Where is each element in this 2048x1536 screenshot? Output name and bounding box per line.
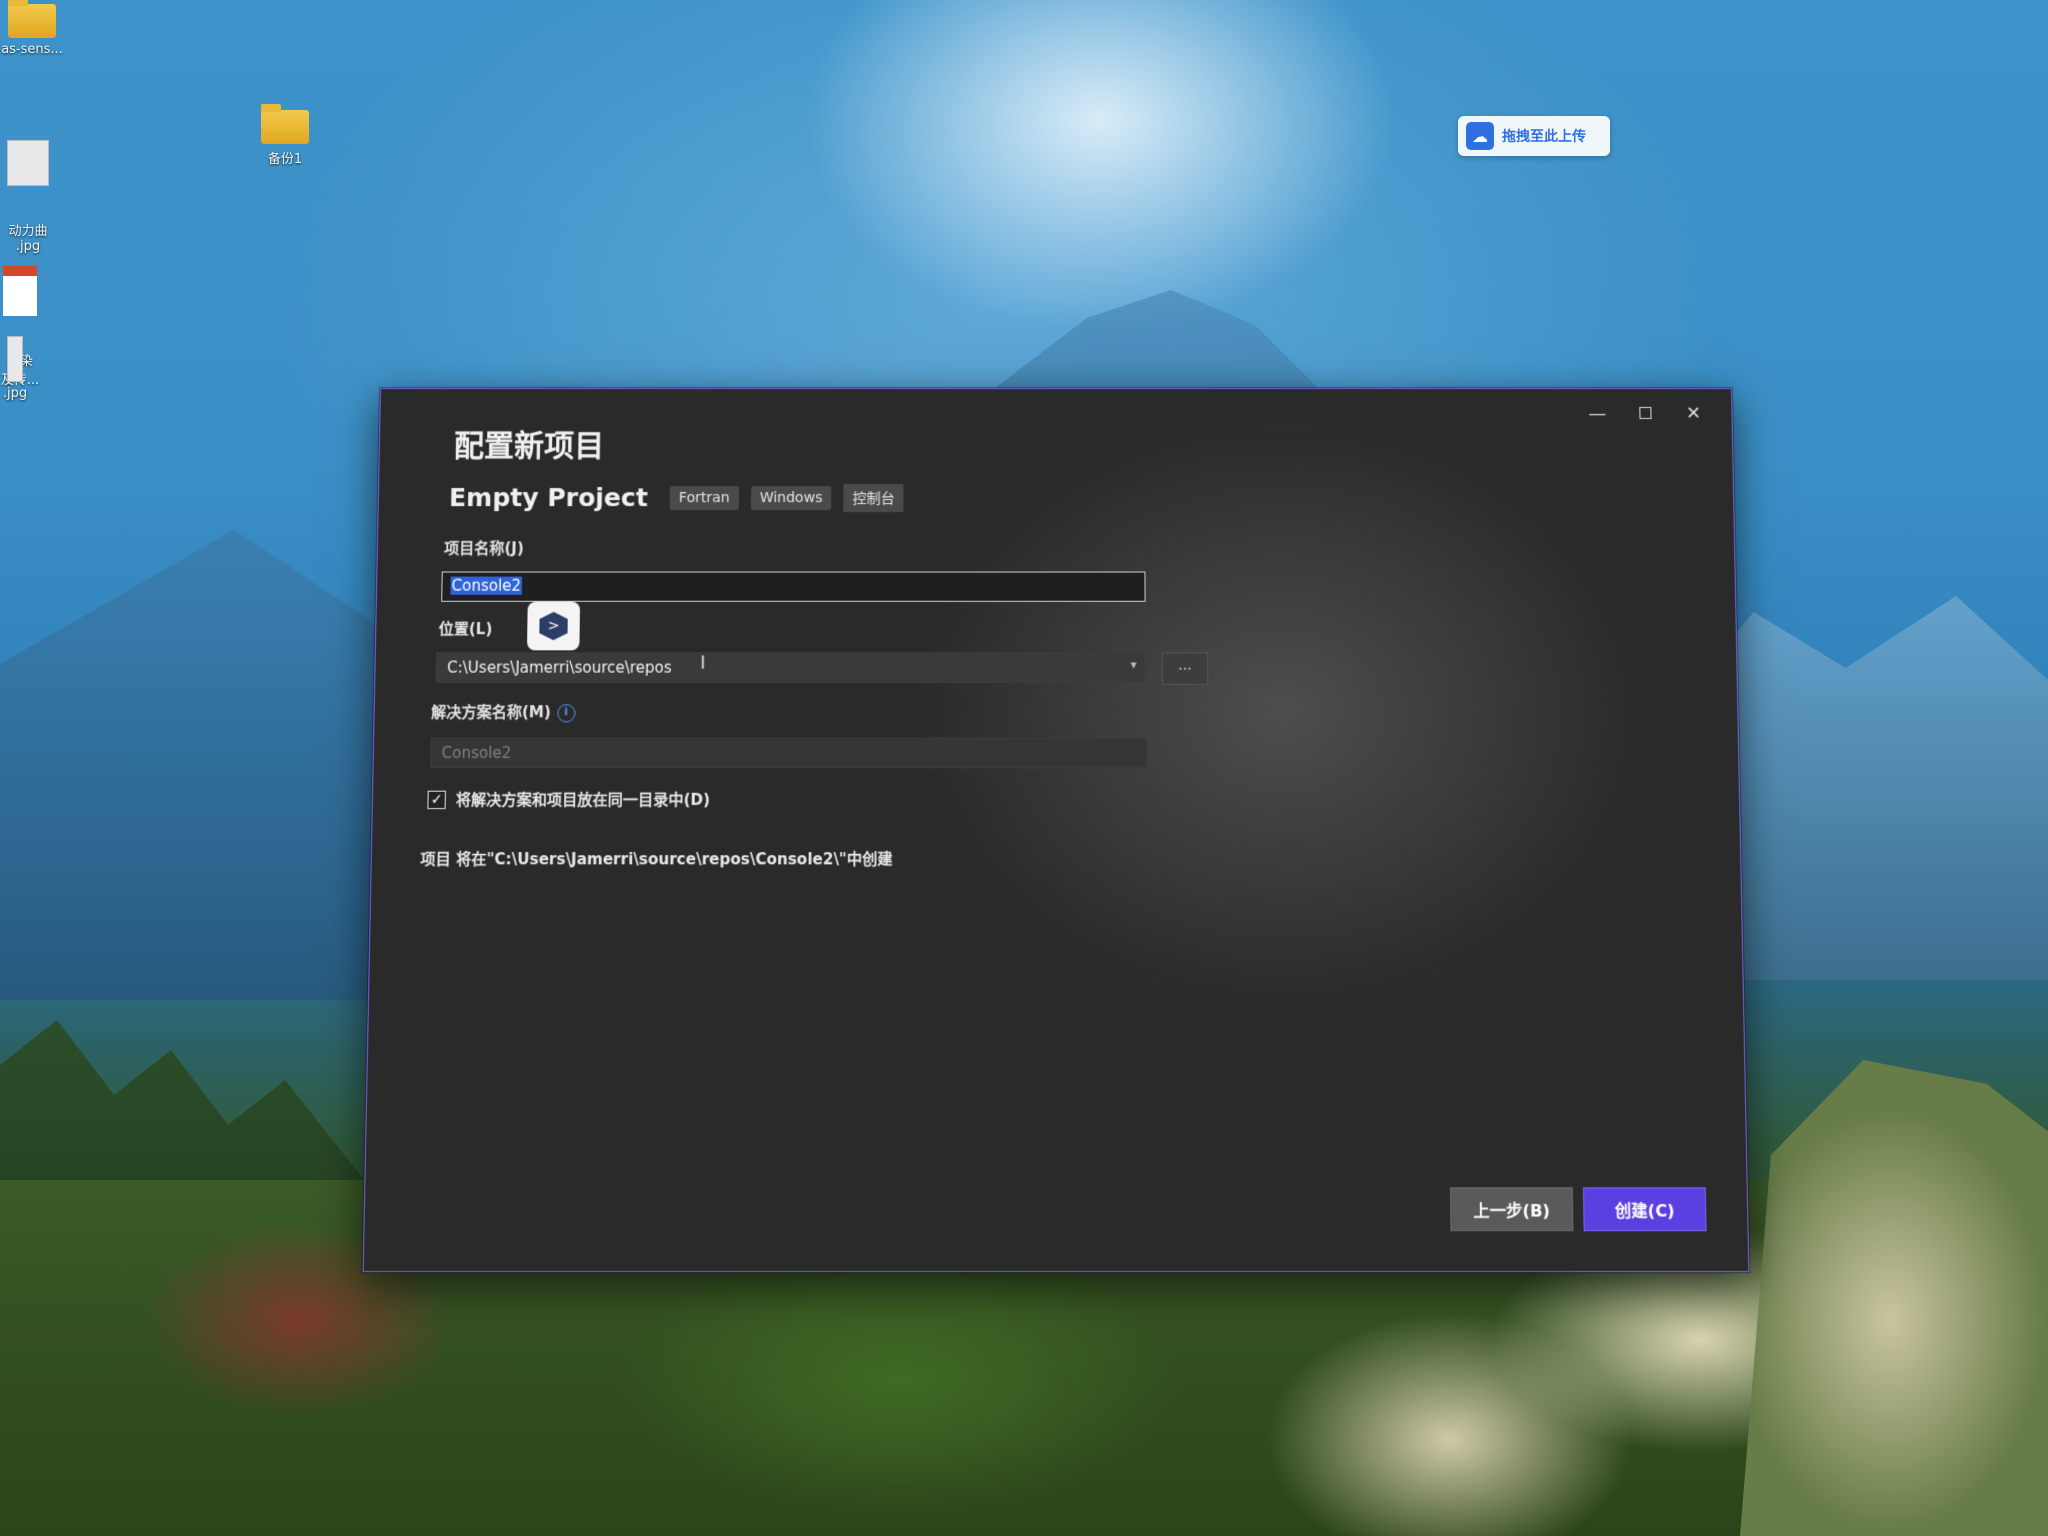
project-name-value: Console2 xyxy=(450,576,523,595)
tag-windows: Windows xyxy=(750,485,832,510)
chevron-down-icon: ▾ xyxy=(1130,657,1137,672)
solution-name-label: 解决方案名称(M) i xyxy=(430,701,576,722)
close-icon: ✕ xyxy=(1685,402,1702,424)
solution-name-label-text: 解决方案名称(M) xyxy=(430,703,552,722)
assistant-icon: > xyxy=(539,612,568,640)
info-icon[interactable]: i xyxy=(556,703,576,722)
window-controls: — ✕ xyxy=(1573,397,1718,429)
browse-button[interactable]: ... xyxy=(1161,652,1209,685)
desktop-icon-folder[interactable]: 备份1 xyxy=(250,104,320,167)
project-name-input[interactable]: Console2 xyxy=(441,571,1146,602)
maximize-icon xyxy=(1639,406,1652,419)
location-value: C:\Users\Jamerri\source\repos xyxy=(446,658,672,677)
ppt-file-icon xyxy=(3,266,37,316)
desktop-icon-label: .jpg xyxy=(2,386,28,401)
floating-assistant-badge[interactable]: > xyxy=(526,601,581,651)
folder-icon xyxy=(261,104,309,144)
desktop-icon-image[interactable]: .jpg xyxy=(0,336,30,401)
tag-fortran: Fortran xyxy=(669,485,739,510)
location-dropdown[interactable]: C:\Users\Jamerri\source\repos ▾ xyxy=(435,652,1146,683)
upload-label: 拖拽至此上传 xyxy=(1502,129,1586,145)
desktop-icon-folder[interactable]: as-sens... xyxy=(0,0,64,57)
same-dir-checkbox[interactable]: ✓ xyxy=(427,790,446,809)
cloud-upload-icon: ☁ xyxy=(1466,122,1494,150)
tag-console: 控制台 xyxy=(843,483,904,512)
minimize-icon: — xyxy=(1588,402,1607,424)
project-type-name: Empty Project xyxy=(448,483,648,513)
path-note: 项目 将在"C:\Users\Jamerri\source\repos\Cons… xyxy=(420,850,893,869)
drag-upload-widget[interactable]: ☁ 拖拽至此上传 xyxy=(1458,116,1610,156)
same-dir-label: 将解决方案和项目放在同一目录中(D) xyxy=(455,790,711,810)
solution-name-value: Console2 xyxy=(441,743,512,763)
project-name-label: 项目名称(J) xyxy=(443,539,524,558)
same-dir-option[interactable]: ✓ 将解决方案和项目放在同一目录中(D) xyxy=(427,789,710,810)
solution-name-input[interactable]: Console2 xyxy=(430,737,1149,769)
maximize-button[interactable] xyxy=(1621,397,1670,429)
folder-icon xyxy=(8,0,56,38)
configure-project-dialog: — ✕ 配置新项目 Empty Project Fortran Windows … xyxy=(362,388,1750,1273)
dialog-title: 配置新项目 xyxy=(453,428,605,464)
wallpaper-flowers xyxy=(1740,1060,2048,1536)
image-file-icon xyxy=(7,336,23,382)
desktop-icon-label: 备份1 xyxy=(267,152,303,167)
create-button[interactable]: 创建(C) xyxy=(1582,1187,1707,1232)
project-type-row: Empty Project Fortran Windows 控制台 xyxy=(449,483,904,512)
back-button[interactable]: 上一步(B) xyxy=(1449,1187,1574,1232)
text-cursor-icon: I xyxy=(700,652,706,674)
image-file-icon xyxy=(7,140,49,186)
close-button[interactable]: ✕ xyxy=(1669,397,1718,429)
location-label: 位置(L) xyxy=(438,619,493,639)
minimize-button[interactable]: — xyxy=(1573,397,1622,429)
desktop-icon-label: as-sens... xyxy=(1,42,63,57)
